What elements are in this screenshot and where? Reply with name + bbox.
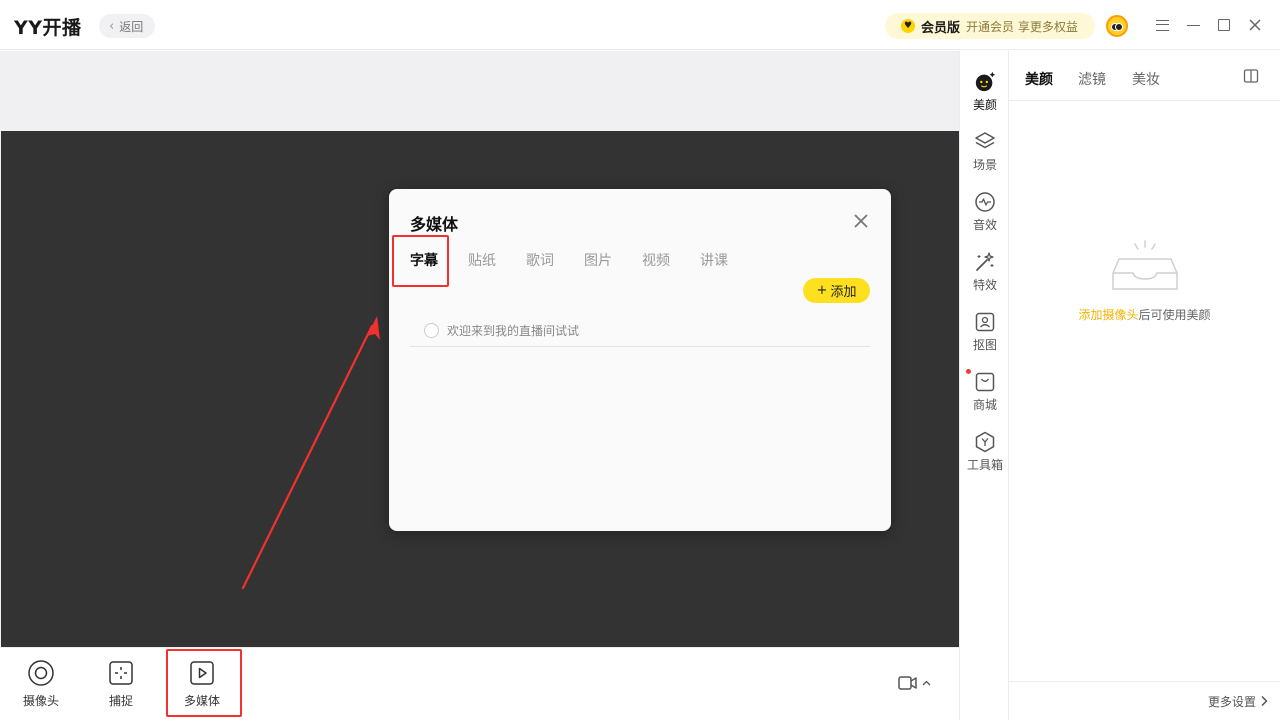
panel-tabs: 美颜 滤镜 美妆 — [1009, 51, 1280, 101]
list-item[interactable]: 欢迎来到我的直播间试试 — [410, 315, 870, 347]
waveform-icon — [974, 191, 996, 213]
empty-box-icon — [1112, 240, 1178, 290]
toolbox-hex-icon — [974, 431, 996, 453]
tab-lecture[interactable]: 讲课 — [700, 250, 728, 270]
dialog-title: 多媒体 — [410, 215, 459, 234]
video-camera-icon — [898, 676, 917, 690]
rail-item-label: 美颜 — [972, 98, 997, 112]
close-window-icon[interactable] — [1245, 15, 1265, 35]
vip-banner[interactable]: ♥ 会员版 开通会员 享更多权益 — [885, 13, 1095, 39]
avatar[interactable] — [1106, 15, 1128, 37]
plus-icon: + — [816, 283, 828, 298]
rail-item-label: 抠图 — [972, 338, 997, 352]
rail-item-label: 场景 — [972, 158, 997, 172]
add-label: 添加 — [830, 285, 857, 300]
caption-text: 欢迎来到我的直播间试试 — [447, 324, 580, 338]
rail-item-beauty[interactable]: 美颜 — [960, 71, 1010, 113]
more-settings-button[interactable]: 更多设置 — [1009, 681, 1280, 720]
add-camera-link[interactable]: 添加摄像头 — [1078, 308, 1138, 322]
maximize-icon[interactable] — [1214, 15, 1234, 35]
tab-images[interactable]: 图片 — [584, 250, 612, 270]
rail-item-label: 音效 — [972, 218, 997, 232]
beauty-panel: 美颜 滤镜 美妆 添加摄像头后可使用美颜 更多设置 — [1009, 51, 1280, 720]
title-bar: YY开播 ‹ 返回 ♥ 会员版 开通会员 享更多权益 — [0, 0, 1280, 50]
tab-stickers[interactable]: 贴纸 — [468, 250, 496, 270]
capture-tool[interactable]: 捕捉 — [91, 660, 151, 709]
rail-item-toolbox[interactable]: 工具箱 — [960, 431, 1010, 473]
empty-state-text: 添加摄像头后可使用美颜 — [1009, 306, 1280, 323]
chevron-up-icon — [922, 680, 931, 686]
layers-icon — [974, 131, 996, 153]
camera-tool-label: 摄像头 — [22, 694, 59, 708]
notification-dot — [966, 369, 971, 374]
portrait-cutout-icon — [974, 311, 996, 333]
captions-tab-highlight-box — [392, 235, 449, 287]
caption-radio[interactable] — [424, 323, 439, 338]
capture-icon — [108, 660, 134, 686]
rail-item-label: 工具箱 — [966, 458, 1003, 472]
rail-item-scene[interactable]: 场景 — [960, 131, 1010, 173]
beauty-face-icon — [974, 71, 996, 93]
back-button[interactable]: ‹ 返回 — [99, 14, 156, 38]
camera-switch[interactable] — [898, 675, 931, 691]
tab-beauty[interactable]: 美颜 — [1025, 69, 1053, 89]
media-highlight-box — [166, 649, 242, 717]
shopping-bag-icon — [974, 371, 996, 393]
tab-videos[interactable]: 视频 — [642, 250, 670, 270]
multimedia-dialog: 多媒体 字幕 贴纸 歌词 图片 视频 讲课 + 添加 欢迎来到我的直播间试试 — [389, 189, 891, 531]
tab-makeup[interactable]: 美妆 — [1132, 69, 1160, 89]
chevron-left-icon: ‹ — [109, 18, 115, 34]
more-settings-label: 更多设置 — [1207, 694, 1256, 709]
right-icon-rail: 美颜 场景 音效 特效 抠图 商城 工具箱 — [959, 51, 1009, 720]
close-icon[interactable] — [851, 211, 871, 231]
back-label: 返回 — [119, 19, 144, 34]
vip-name: 会员版 — [921, 20, 961, 36]
camera-tool[interactable]: 摄像头 — [11, 660, 71, 709]
magic-wand-icon — [974, 251, 996, 273]
capture-tool-label: 捕捉 — [108, 694, 133, 708]
heart-icon: ♥ — [901, 19, 915, 33]
minimize-icon[interactable] — [1183, 15, 1203, 35]
vip-desc: 开通会员 享更多权益 — [966, 19, 1078, 34]
camera-ring-icon — [28, 660, 54, 686]
rail-item-shop[interactable]: 商城 — [960, 369, 1010, 413]
menu-icon[interactable] — [1152, 15, 1172, 35]
chevron-right-icon — [1261, 695, 1268, 707]
rail-item-label: 商城 — [972, 398, 997, 412]
panel-collapse-icon[interactable] — [1243, 68, 1259, 84]
rail-item-effects[interactable]: 特效 — [960, 251, 1010, 293]
rail-item-label: 特效 — [972, 278, 997, 292]
empty-state-suffix: 后可使用美颜 — [1138, 308, 1211, 322]
tab-filter[interactable]: 滤镜 — [1078, 69, 1106, 89]
bottom-toolbar: 摄像头 捕捉 多媒体 — [0, 647, 959, 720]
rail-item-cutout[interactable]: 抠图 — [960, 311, 1010, 353]
app-title: YY开播 — [14, 17, 82, 39]
tab-lyrics[interactable]: 歌词 — [526, 250, 554, 270]
add-caption-button[interactable]: + 添加 — [803, 278, 870, 303]
rail-item-sound[interactable]: 音效 — [960, 191, 1010, 233]
